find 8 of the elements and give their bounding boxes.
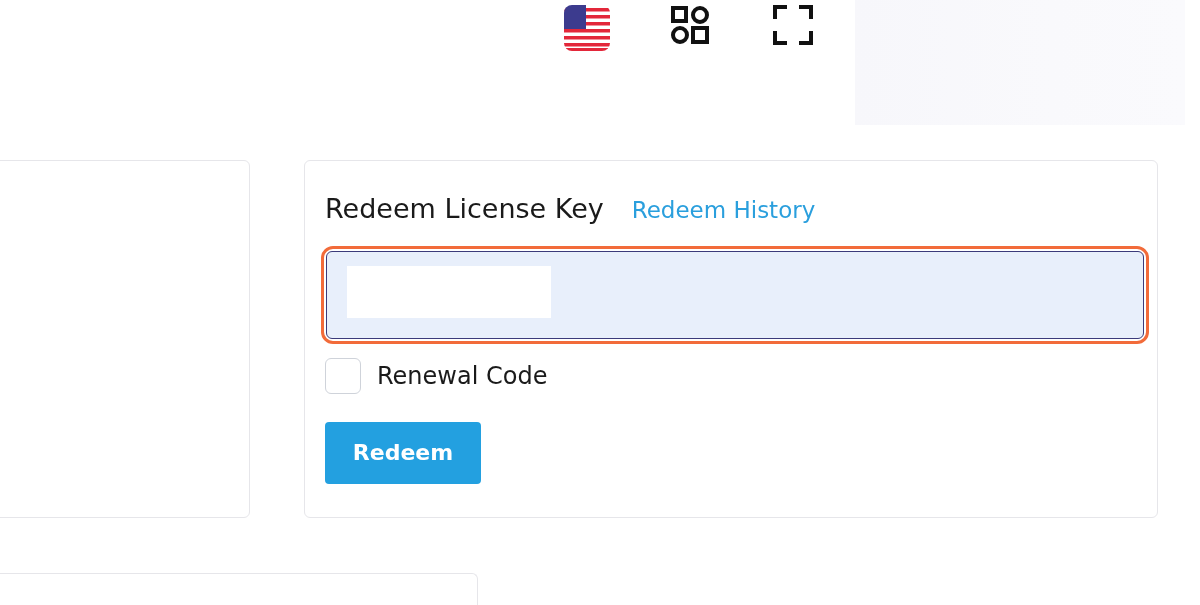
apps-icon[interactable] (670, 5, 710, 45)
renewal-checkbox[interactable] (325, 357, 361, 394)
us-flag-icon[interactable] (564, 5, 610, 51)
redeem-history-link[interactable]: Redeem History (631, 193, 816, 228)
fullscreen-icon[interactable] (773, 5, 813, 45)
redeem-button[interactable]: Redeem (325, 421, 481, 484)
checkbox-label: Renewal Code (377, 360, 548, 392)
card-title: Redeem License Key (325, 192, 604, 226)
